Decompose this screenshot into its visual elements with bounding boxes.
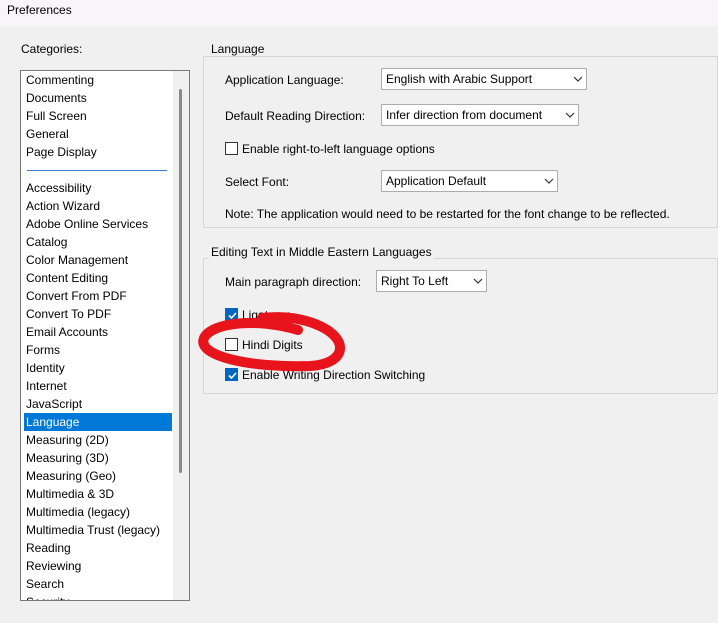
app-language-value: English with Arabic Support: [386, 72, 533, 86]
category-multimedia-3d[interactable]: Multimedia & 3D: [24, 485, 172, 503]
font-restart-note: Note: The application would need to be r…: [225, 207, 670, 221]
category-measuring-geo[interactable]: Measuring (Geo): [24, 467, 172, 485]
category-javascript[interactable]: JavaScript: [24, 395, 172, 413]
category-measuring-3d[interactable]: Measuring (3D): [24, 449, 172, 467]
categories-list[interactable]: Commenting Documents Full Screen General…: [20, 70, 190, 601]
category-documents[interactable]: Documents: [24, 89, 172, 107]
category-multimedia-legacy[interactable]: Multimedia (legacy): [24, 503, 172, 521]
app-language-select[interactable]: English with Arabic Support: [381, 68, 587, 90]
category-multimedia-trust-legacy[interactable]: Multimedia Trust (legacy): [24, 521, 172, 539]
rtl-options-label: Enable right-to-left language options: [242, 142, 435, 156]
reading-direction-label: Default Reading Direction:: [225, 109, 366, 123]
select-font-select[interactable]: Application Default: [381, 170, 558, 192]
category-language[interactable]: Language: [24, 413, 172, 431]
category-adobe-online-services[interactable]: Adobe Online Services: [24, 215, 172, 233]
writing-direction-checkbox[interactable]: [225, 368, 238, 381]
category-page-display[interactable]: Page Display: [24, 143, 172, 161]
middle-east-group-title: Editing Text in Middle Eastern Languages: [209, 245, 434, 259]
category-color-management[interactable]: Color Management: [24, 251, 172, 269]
category-measuring-2d[interactable]: Measuring (2D): [24, 431, 172, 449]
category-convert-from-pdf[interactable]: Convert From PDF: [24, 287, 172, 305]
category-reviewing[interactable]: Reviewing: [24, 557, 172, 575]
reading-direction-select[interactable]: Infer direction from document: [381, 104, 579, 126]
select-font-label: Select Font:: [225, 175, 290, 189]
category-catalog[interactable]: Catalog: [24, 233, 172, 251]
language-group-title: Language: [209, 42, 267, 56]
reading-direction-value: Infer direction from document: [386, 108, 543, 122]
category-content-editing[interactable]: Content Editing: [24, 269, 172, 287]
select-font-value: Application Default: [386, 174, 487, 188]
checkmark-icon: [228, 372, 237, 380]
writing-direction-label: Enable Writing Direction Switching: [242, 368, 426, 382]
scroll-thumb[interactable]: [179, 89, 182, 473]
category-reading[interactable]: Reading: [24, 539, 172, 557]
ligatures-label: Ligatures: [242, 308, 292, 322]
chevron-down-icon: [541, 171, 557, 191]
paragraph-direction-select[interactable]: Right To Left: [376, 270, 487, 292]
category-action-wizard[interactable]: Action Wizard: [24, 197, 172, 215]
app-language-label: Application Language:: [225, 73, 344, 87]
title-bar: Preferences: [0, 0, 718, 26]
category-commenting[interactable]: Commenting: [24, 71, 172, 89]
paragraph-direction-value: Right To Left: [381, 274, 449, 288]
chevron-down-icon: [562, 105, 578, 125]
chevron-down-icon: [570, 69, 586, 89]
category-full-screen[interactable]: Full Screen: [24, 107, 172, 125]
checkmark-icon: [228, 312, 237, 320]
categories-label: Categories:: [21, 42, 83, 56]
category-email-accounts[interactable]: Email Accounts: [24, 323, 172, 341]
chevron-down-icon: [470, 271, 486, 291]
category-convert-to-pdf[interactable]: Convert To PDF: [24, 305, 172, 323]
category-accessibility[interactable]: Accessibility: [24, 179, 172, 197]
paragraph-direction-label: Main paragraph direction:: [225, 275, 362, 289]
category-general[interactable]: General: [24, 125, 172, 143]
category-identity[interactable]: Identity: [24, 359, 172, 377]
category-security[interactable]: Security: [24, 593, 172, 600]
list-scrollbar[interactable]: [173, 71, 189, 600]
category-forms[interactable]: Forms: [24, 341, 172, 359]
ligatures-checkbox[interactable]: [225, 308, 238, 321]
rtl-options-checkbox[interactable]: [225, 142, 238, 155]
category-search[interactable]: Search: [24, 575, 172, 593]
category-internet[interactable]: Internet: [24, 377, 172, 395]
window-title: Preferences: [7, 3, 72, 17]
hindi-digits-checkbox[interactable]: [225, 338, 238, 351]
hindi-digits-label: Hindi Digits: [242, 338, 303, 352]
list-separator: [27, 170, 167, 171]
